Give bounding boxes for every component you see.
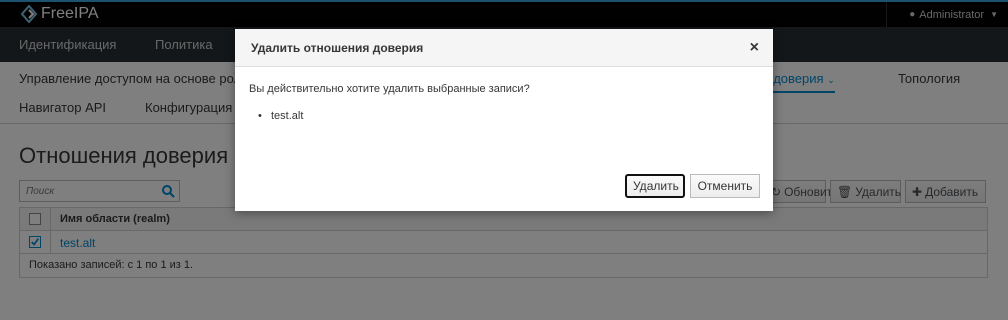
- dialog-header: Удалить отношения доверия ×: [235, 29, 773, 67]
- confirm-delete-button[interactable]: Удалить: [625, 174, 685, 198]
- close-icon[interactable]: ×: [750, 39, 759, 57]
- bullet-icon: •: [258, 110, 262, 122]
- dialog-item-list: • test.alt: [258, 110, 304, 122]
- dialog-title: Удалить отношения доверия: [251, 41, 424, 55]
- dialog-body: Вы действительно хотите удалить выбранны…: [235, 67, 773, 171]
- list-item: test.alt: [271, 110, 304, 122]
- dialog-footer: Удалить Отменить: [235, 171, 773, 211]
- cancel-button[interactable]: Отменить: [690, 174, 760, 198]
- delete-dialog: Удалить отношения доверия × Вы действите…: [235, 29, 773, 211]
- dialog-question: Вы действительно хотите удалить выбранны…: [249, 83, 530, 95]
